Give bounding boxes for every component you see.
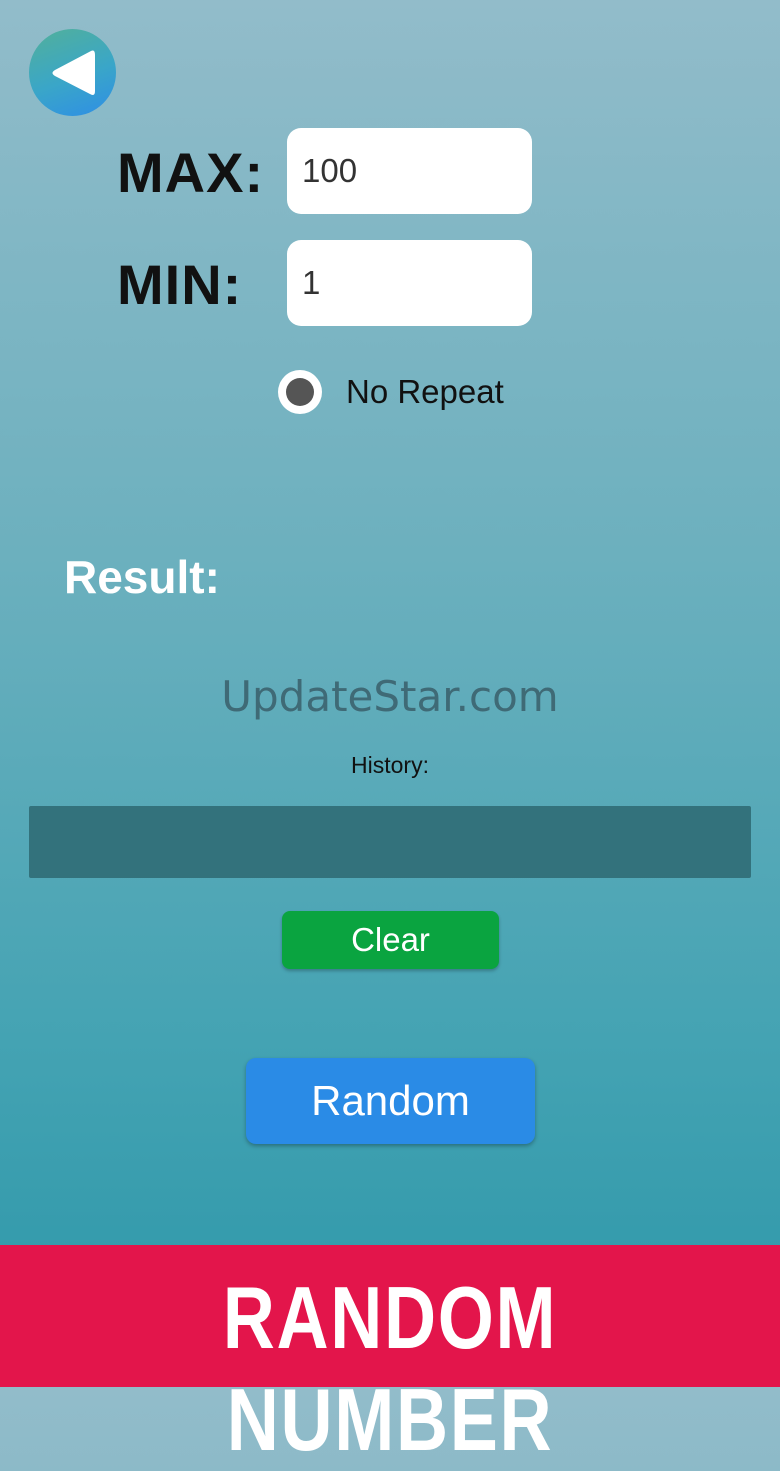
- no-repeat-radio[interactable]: No Repeat: [278, 370, 504, 414]
- radio-selected-dot: [286, 378, 314, 406]
- min-label: MIN:: [117, 253, 243, 316]
- back-button[interactable]: [29, 29, 116, 116]
- clear-button[interactable]: Clear: [282, 911, 499, 969]
- random-button[interactable]: Random: [246, 1058, 535, 1144]
- banner-title: RANDOM NUMBER: [222, 1268, 558, 1469]
- max-label: MAX:: [117, 141, 265, 204]
- title-banner: RANDOM NUMBER: [0, 1245, 780, 1469]
- history-label: History:: [351, 752, 429, 778]
- result-label: Result:: [64, 551, 220, 603]
- max-input[interactable]: [287, 128, 532, 214]
- radio-button-icon[interactable]: [278, 370, 322, 414]
- history-box: [29, 806, 751, 878]
- triangle-left-icon: [52, 50, 95, 95]
- no-repeat-label: No Repeat: [346, 373, 504, 410]
- min-input[interactable]: [287, 240, 532, 326]
- watermark: UpdateStar.com: [221, 672, 559, 721]
